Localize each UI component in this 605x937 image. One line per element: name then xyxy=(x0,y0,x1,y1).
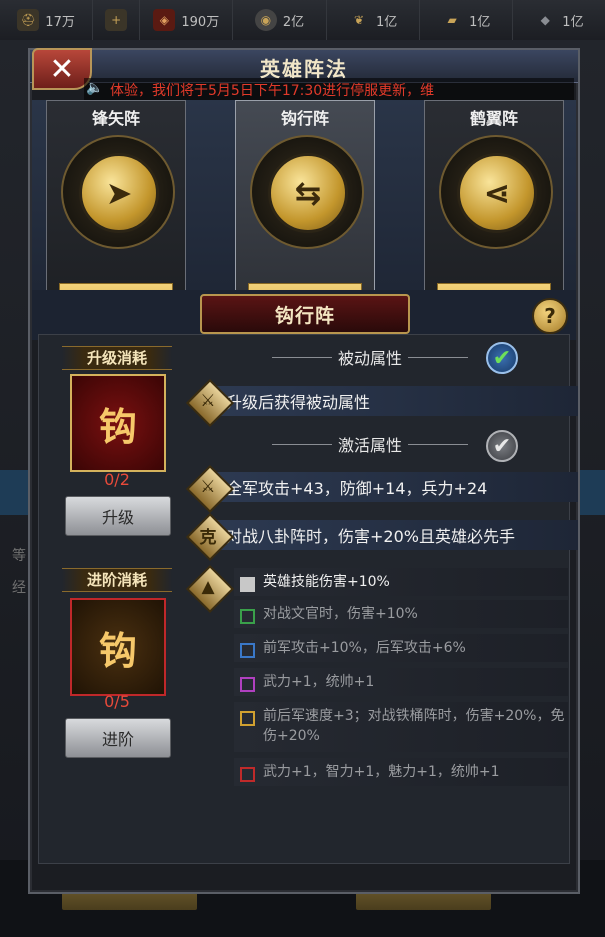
advance-attr-row: 武力+1，智力+1，魅力+1，统帅+1 xyxy=(234,758,568,786)
quality-square-icon xyxy=(240,643,255,658)
help-button[interactable]: ? xyxy=(532,298,568,334)
arrow-up-icon: ▲ xyxy=(201,577,215,597)
resource-badge: ◈ 190万 xyxy=(140,0,234,40)
quality-square-icon xyxy=(240,711,255,726)
quality-square-icon xyxy=(240,609,255,624)
crane-formation-icon: ⋖ xyxy=(457,153,537,233)
active-counter-row: 对战八卦阵时，伤害+20%且英雄必先手 xyxy=(208,520,578,550)
background-text: 经 xyxy=(12,580,26,596)
notice-marquee: 🔈 体验，我们将于5月5日下午17:30进行停服更新，维 xyxy=(84,78,574,100)
advance-attr-row: 对战文官时，伤害+10% xyxy=(234,600,568,628)
formation-name: 鹤翼阵 xyxy=(469,109,518,128)
quality-square-icon xyxy=(240,767,255,782)
iron-icon: ◆ xyxy=(540,13,550,27)
badge-icon: ◈ xyxy=(153,9,176,31)
helmet-icon: ⛑ xyxy=(17,9,40,31)
hook-formation-icon: ⇆ xyxy=(268,153,348,233)
advance-book-item[interactable]: 钩 xyxy=(70,598,166,696)
resource-plus[interactable]: + xyxy=(93,0,141,40)
book-icon: 钩 xyxy=(98,628,137,673)
arrow-formation-icon: ➤ xyxy=(79,153,159,233)
active-check-icon: ✔ xyxy=(486,430,518,462)
passive-attr-header: 被动属性 xyxy=(260,347,480,368)
resource-wheat: ❦ 1亿 xyxy=(327,0,420,40)
advance-attr-row: 武力+1，统帅+1 xyxy=(234,668,568,696)
advance-cost-label: 进阶消耗 xyxy=(62,568,172,592)
question-icon[interactable]: ? xyxy=(544,304,556,328)
speaker-icon: 🔈 xyxy=(86,80,104,96)
quality-square-icon xyxy=(240,677,255,692)
upgrade-banner-item[interactable]: 钩 xyxy=(70,374,166,472)
advance-attr-row: 前后军速度+3；对战铁桶阵时，伤害+20%，免伤+20% xyxy=(234,702,568,752)
passive-check-icon: ✔ xyxy=(486,342,518,374)
counter-icon: 克 xyxy=(199,527,217,548)
upgrade-cost-label: 升级消耗 xyxy=(62,346,172,370)
advance-attr-row: 英雄技能伤害+10% xyxy=(234,568,568,596)
banner-icon: 钩 xyxy=(98,404,137,449)
close-button[interactable]: ✕ xyxy=(32,48,92,90)
quality-square-icon xyxy=(240,577,255,592)
plus-icon[interactable]: + xyxy=(105,9,128,31)
active-attr-header: 激活属性 xyxy=(260,434,480,455)
sword-icon: ⚔ xyxy=(200,391,216,411)
coin-icon: ◉ xyxy=(254,9,277,31)
wood-icon: ▰ xyxy=(447,13,457,27)
advance-count: 0/5 xyxy=(104,692,130,711)
resource-coin: ◉ 2亿 xyxy=(233,0,327,40)
formation-dialog: 英雄阵法 ✕ 🔈 体验，我们将于5月5日下午17:30进行停服更新，维 锋矢阵 … xyxy=(28,48,580,894)
passive-attr-row: 升级后获得被动属性 xyxy=(208,386,578,416)
close-icon[interactable]: ✕ xyxy=(49,52,74,87)
sword-icon: ⚔ xyxy=(200,477,216,497)
upgrade-button[interactable]: 升级 xyxy=(65,496,171,536)
formation-name: 钩行阵 xyxy=(280,109,329,128)
advance-button[interactable]: 进阶 xyxy=(65,718,171,758)
resource-helmet: ⛑ 17万 xyxy=(0,0,94,40)
advance-attr-row: 前军攻击+10%，后军攻击+6% xyxy=(234,634,568,662)
resource-iron: ◆ 1亿 xyxy=(513,0,605,40)
wheat-icon: ❦ xyxy=(353,13,365,27)
notice-text: 体验，我们将于5月5日下午17:30进行停服更新，维 xyxy=(110,83,435,99)
resource-bar: ⛑ 17万 + ◈ 190万 ◉ 2亿 ❦ 1亿 ▰ 1亿 ◆ 1亿 xyxy=(0,0,605,41)
background-text: 等 xyxy=(12,548,26,564)
selected-formation-title: 钩行阵 xyxy=(200,294,410,334)
active-stat-row: 全军攻击+43，防御+14，兵力+24 xyxy=(208,472,578,502)
formation-name: 锋矢阵 xyxy=(91,109,140,128)
upgrade-count: 0/2 xyxy=(104,470,130,489)
resource-wood: ▰ 1亿 xyxy=(420,0,513,40)
